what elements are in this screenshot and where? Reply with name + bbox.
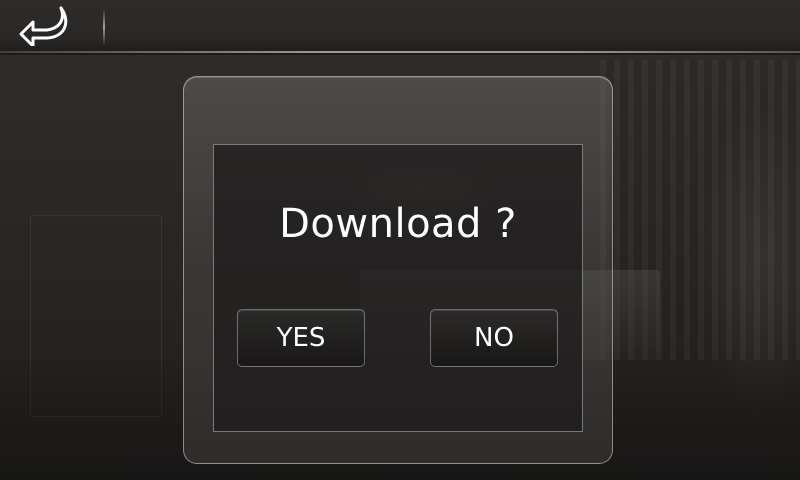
topbar-divider	[103, 8, 105, 46]
back-button[interactable]	[8, 2, 80, 48]
back-arrow-icon	[19, 6, 68, 46]
dialog-title: Download ?	[279, 201, 517, 247]
top-bar	[0, 0, 800, 55]
screen: Download ? YES NO	[0, 0, 800, 480]
background-shelf	[30, 215, 162, 417]
dialog-content-panel: Download ? YES NO	[213, 144, 583, 432]
download-dialog: Download ? YES NO	[183, 76, 613, 464]
background-wall	[600, 60, 800, 360]
no-button[interactable]: NO	[430, 309, 558, 367]
yes-button[interactable]: YES	[237, 309, 365, 367]
topbar-underline	[0, 51, 800, 53]
